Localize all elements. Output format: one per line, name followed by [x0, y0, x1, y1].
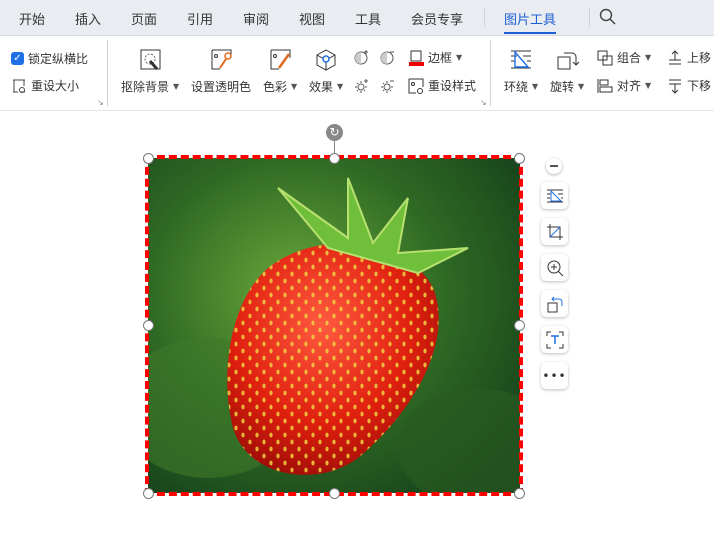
- chevron-down-icon: ▼: [578, 82, 585, 91]
- divider: [589, 7, 590, 27]
- chevron-down-icon: ▼: [645, 53, 652, 62]
- search-icon[interactable]: [599, 8, 617, 26]
- move-down-icon: [669, 79, 681, 94]
- color-icon: [270, 49, 291, 70]
- reset-style-icon: [408, 78, 424, 94]
- tab-tools[interactable]: 工具: [355, 9, 381, 28]
- reset-size-button[interactable]: 重设大小: [11, 77, 79, 94]
- effect-icon: [316, 49, 336, 71]
- resize-handle-left[interactable]: [143, 320, 154, 331]
- tab-review[interactable]: 审阅: [243, 9, 269, 28]
- decrease-contrast-icon[interactable]: [380, 49, 396, 65]
- lock-ratio-checkbox[interactable]: ✓ 锁定纵横比: [11, 50, 88, 67]
- tab-member[interactable]: 会员专享: [411, 9, 463, 28]
- divider: [107, 40, 108, 106]
- resize-handle-right[interactable]: [514, 320, 525, 331]
- wrap-text-icon: [546, 189, 563, 202]
- set-transparent-label: 设置透明色: [191, 80, 252, 94]
- remove-background-button[interactable]: 抠除背景 ▼: [121, 78, 179, 95]
- rotate-icon: [547, 296, 562, 312]
- crop-button[interactable]: [541, 218, 568, 245]
- wrap-text-icon: [511, 50, 531, 69]
- wrap-button[interactable]: 环绕 ▼: [504, 78, 538, 95]
- group-button[interactable]: 组合 ▼: [597, 49, 651, 66]
- increase-contrast-icon[interactable]: [354, 49, 370, 65]
- set-transparent-icon: [211, 49, 232, 70]
- resize-handle-top-right[interactable]: [514, 153, 525, 164]
- lock-ratio-label: 锁定纵横比: [28, 52, 89, 66]
- crop-icon: [546, 223, 563, 240]
- resize-handle-top-left[interactable]: [143, 153, 154, 164]
- divider: [484, 7, 485, 27]
- chevron-down-icon: ▼: [291, 82, 298, 91]
- tab-picture-tools[interactable]: 图片工具: [504, 9, 557, 34]
- group-icon: [597, 50, 613, 65]
- color-button[interactable]: 色彩 ▼: [263, 78, 297, 95]
- increase-brightness-icon[interactable]: [354, 78, 370, 94]
- wrap-label: 环绕: [504, 80, 529, 94]
- remove-background-label: 抠除背景: [121, 80, 170, 94]
- zoom-in-icon: [547, 260, 563, 276]
- tab-insert[interactable]: 插入: [75, 9, 101, 28]
- text-extract-icon: [546, 331, 563, 348]
- move-up-label: 上移: [687, 51, 712, 65]
- checkbox-icon: ✓: [11, 52, 24, 65]
- tab-reference[interactable]: 引用: [187, 9, 213, 28]
- resize-handle-bottom-left[interactable]: [143, 488, 154, 499]
- more-icon: •••: [542, 368, 567, 383]
- chevron-down-icon: ▼: [456, 53, 463, 62]
- resize-handle-bottom[interactable]: [329, 488, 340, 499]
- reset-style-label: 重设样式: [428, 79, 477, 93]
- group-label: 组合: [617, 51, 642, 65]
- reset-size-icon: [13, 79, 25, 93]
- chevron-down-icon: ▼: [532, 82, 539, 91]
- rotate-handle-icon[interactable]: ↻: [326, 124, 343, 141]
- move-down-button[interactable]: 下移: [667, 77, 711, 94]
- minus-icon: [550, 165, 558, 167]
- border-label: 边框: [428, 51, 453, 65]
- align-button[interactable]: 对齐 ▼: [597, 77, 651, 94]
- collapse-toolbar-button[interactable]: [546, 158, 562, 174]
- move-down-label: 下移: [687, 79, 712, 93]
- move-up-button[interactable]: 上移: [667, 49, 711, 66]
- tab-bar: 开始 插入 页面 引用 审阅 视图 工具 会员专享 图片工具: [0, 0, 714, 36]
- chevron-down-icon: ▼: [337, 82, 344, 91]
- chevron-down-icon: ▼: [173, 82, 180, 91]
- align-icon: [597, 78, 613, 93]
- rotate-button[interactable]: 旋转 ▼: [550, 78, 584, 95]
- tab-start[interactable]: 开始: [19, 9, 45, 28]
- reset-style-button[interactable]: 重设样式: [408, 77, 476, 94]
- selection-border: [145, 155, 523, 496]
- decrease-brightness-icon[interactable]: [380, 78, 396, 94]
- ribbon: ✓ 锁定纵横比 重设大小 ↘ 抠除背景 ▼ 设置透明色 色彩 ▼ 效果 ▼ 边框 ▼ 重…: [0, 36, 714, 111]
- align-label: 对齐: [617, 79, 642, 93]
- resize-handle-bottom-right[interactable]: [514, 488, 525, 499]
- reset-size-label: 重设大小: [31, 79, 80, 93]
- divider: [490, 40, 491, 106]
- remove-background-icon: [140, 49, 161, 70]
- rotate-side-button[interactable]: [541, 290, 568, 317]
- chevron-down-icon: ▼: [645, 81, 652, 90]
- effect-button[interactable]: 效果 ▼: [309, 78, 343, 95]
- move-up-icon: [669, 49, 681, 64]
- effect-label: 效果: [309, 80, 334, 94]
- dialog-launcher-icon[interactable]: ↘: [97, 98, 104, 107]
- tab-page[interactable]: 页面: [131, 9, 157, 28]
- rotate-icon: [557, 52, 580, 70]
- wrap-side-button[interactable]: [541, 182, 568, 209]
- tab-view[interactable]: 视图: [299, 9, 325, 28]
- zoom-in-button[interactable]: [541, 254, 568, 281]
- dialog-launcher-icon[interactable]: ↘: [480, 98, 487, 107]
- color-label: 色彩: [263, 80, 288, 94]
- rotate-label: 旋转: [550, 80, 575, 94]
- border-button[interactable]: 边框 ▼: [408, 49, 462, 66]
- ocr-text-button[interactable]: [541, 326, 568, 353]
- set-transparent-button[interactable]: 设置透明色: [191, 78, 251, 95]
- border-icon: [409, 50, 424, 66]
- resize-handle-top[interactable]: [329, 153, 340, 164]
- more-button[interactable]: •••: [541, 362, 568, 389]
